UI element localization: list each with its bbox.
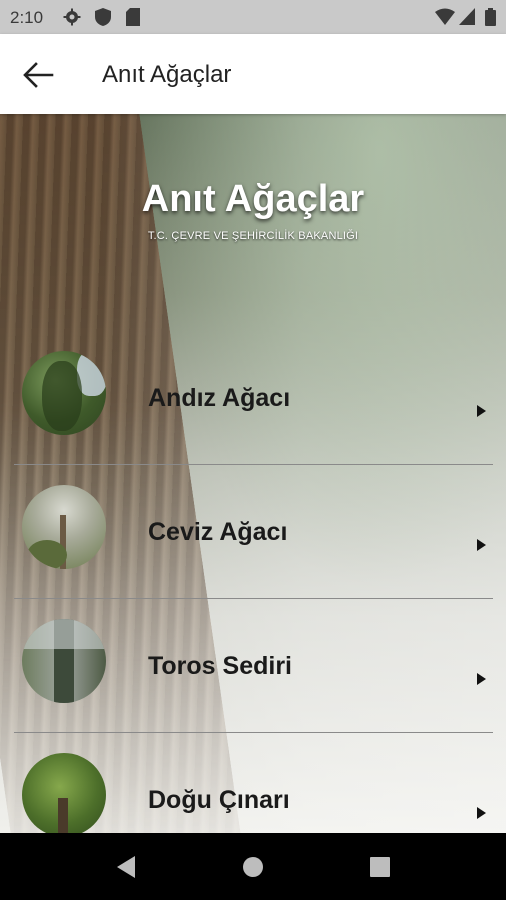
app-bar-title: Anıt Ağaçlar (102, 61, 232, 88)
tree-list: Andız Ağacı Ceviz Ağacı Toros Sediri Doğ… (0, 347, 506, 833)
chevron-right-icon (477, 405, 486, 417)
tree-name: Ceviz Ağacı (148, 518, 288, 546)
list-item-ceviz[interactable]: Ceviz Ağacı (0, 481, 506, 615)
divider (14, 732, 493, 733)
battery-icon (485, 8, 496, 26)
list-item-toros-sediri[interactable]: Toros Sediri (0, 615, 506, 749)
hero-subtitle: T.C. ÇEVRE VE ŞEHİRCİLİK BAKANLIĞI (147, 230, 359, 242)
chevron-right-icon (477, 673, 486, 685)
chevron-right-icon (477, 807, 486, 819)
tree-name: Doğu Çınarı (148, 786, 290, 814)
back-triangle-icon[interactable] (115, 855, 137, 879)
gear-icon (63, 8, 81, 26)
tree-name: Toros Sediri (148, 652, 293, 680)
content-area[interactable]: Anıt Ağaçlar T.C. ÇEVRE VE ŞEHİRCİLİK BA… (0, 114, 506, 833)
hero-title: Anıt Ağaçlar (141, 178, 365, 220)
wifi-icon (435, 8, 455, 25)
tree-thumbnail (22, 753, 106, 833)
status-time: 2:10 (10, 8, 44, 27)
arrow-left-icon[interactable] (22, 60, 54, 90)
app-bar: Anıt Ağaçlar (0, 34, 506, 114)
chevron-right-icon (477, 539, 486, 551)
shield-icon (95, 8, 111, 26)
navigation-bar (0, 833, 506, 900)
sd-card-icon (126, 8, 140, 26)
list-item-dogu-cinari[interactable]: Doğu Çınarı (0, 749, 506, 833)
recents-square-icon[interactable] (369, 855, 391, 879)
divider (14, 464, 493, 465)
tree-name: Andız Ağacı (148, 384, 291, 412)
list-item-andiz[interactable]: Andız Ağacı (0, 347, 506, 481)
signal-icon (459, 8, 475, 25)
divider (14, 598, 493, 599)
tree-thumbnail (22, 351, 106, 435)
home-circle-icon[interactable] (242, 855, 264, 879)
tree-thumbnail (22, 485, 106, 569)
status-bar: 2:10 (0, 0, 506, 34)
tree-thumbnail (22, 619, 106, 703)
